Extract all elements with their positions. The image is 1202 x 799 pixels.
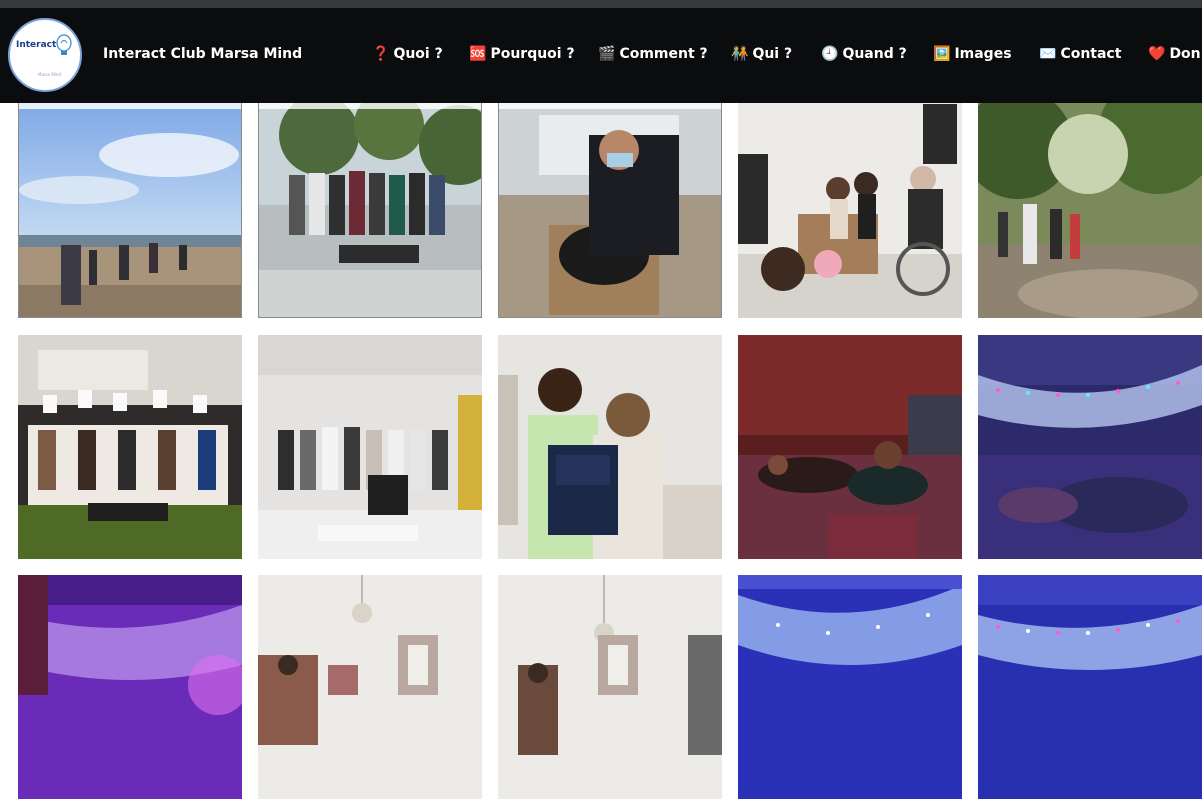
site-title[interactable]: Interact Club Marsa Mind xyxy=(103,46,302,62)
photo-light-room[interactable] xyxy=(978,335,1202,559)
nav-label: Images xyxy=(954,46,1012,62)
nav-quoi[interactable]: ❓ Quoi ? xyxy=(372,46,443,62)
photo-chandelier-room-2[interactable] xyxy=(498,575,722,799)
nav-qui[interactable]: 🧑‍🤝‍🧑 Qui ? xyxy=(731,46,792,62)
photo-certificates-group[interactable] xyxy=(18,335,242,559)
photo-elderly-visit[interactable] xyxy=(738,94,962,318)
photo-purple-lights[interactable] xyxy=(18,575,242,799)
nav-comment[interactable]: 🎬 Comment ? xyxy=(598,46,708,62)
photo-forest-cleanup[interactable] xyxy=(978,94,1202,318)
nav-label: Contact xyxy=(1060,46,1122,62)
logo-tagline: Marsa Mind xyxy=(38,72,61,77)
nav-pourquoi[interactable]: 🆘 Pourquoi ? xyxy=(469,46,575,62)
club-logo[interactable]: Interact Marsa Mind xyxy=(8,18,82,92)
photo-trash-bag-box[interactable] xyxy=(498,94,722,318)
nav-label: Comment ? xyxy=(619,46,708,62)
clock-icon: 🕘 xyxy=(821,46,839,62)
photo-chandelier-room[interactable] xyxy=(258,575,482,799)
browser-top-strip xyxy=(0,0,1202,8)
envelope-icon: ✉️ xyxy=(1039,46,1057,62)
nav-label: Don xyxy=(1169,46,1201,62)
nav-label: Quand ? xyxy=(842,46,907,62)
photo-blue-lights[interactable] xyxy=(738,575,962,799)
question-icon: ❓ xyxy=(372,46,390,62)
people-icon: 🧑‍🤝‍🧑 xyxy=(731,46,749,62)
photo-beach-walk[interactable] xyxy=(18,94,242,318)
photo-backpack-gift[interactable] xyxy=(498,335,722,559)
sos-icon: 🆘 xyxy=(469,46,487,62)
photo-blue-lights-2[interactable] xyxy=(978,575,1202,799)
nav-quand[interactable]: 🕘 Quand ? xyxy=(821,46,907,62)
clapperboard-icon: 🎬 xyxy=(598,46,616,62)
nav-images[interactable]: 🖼️ Images xyxy=(933,46,1012,62)
photo-group-outdoors[interactable] xyxy=(258,94,482,318)
nav-contact[interactable]: ✉️ Contact xyxy=(1039,46,1121,62)
nav-label: Qui ? xyxy=(752,46,793,62)
nav-label: Quoi ? xyxy=(393,46,443,62)
nav-don[interactable]: ❤️ Don xyxy=(1148,46,1201,62)
photo-conference-group[interactable] xyxy=(258,335,482,559)
logo-wordmark: Interact xyxy=(16,40,57,50)
framed-picture-icon: 🖼️ xyxy=(933,46,951,62)
photo-red-room[interactable] xyxy=(738,335,962,559)
logo-emblem-icon xyxy=(56,34,72,55)
nav-label: Pourquoi ? xyxy=(490,46,575,62)
heart-icon: ❤️ xyxy=(1148,46,1166,62)
site-header: Interact Marsa Mind Interact Club Marsa … xyxy=(0,8,1202,103)
